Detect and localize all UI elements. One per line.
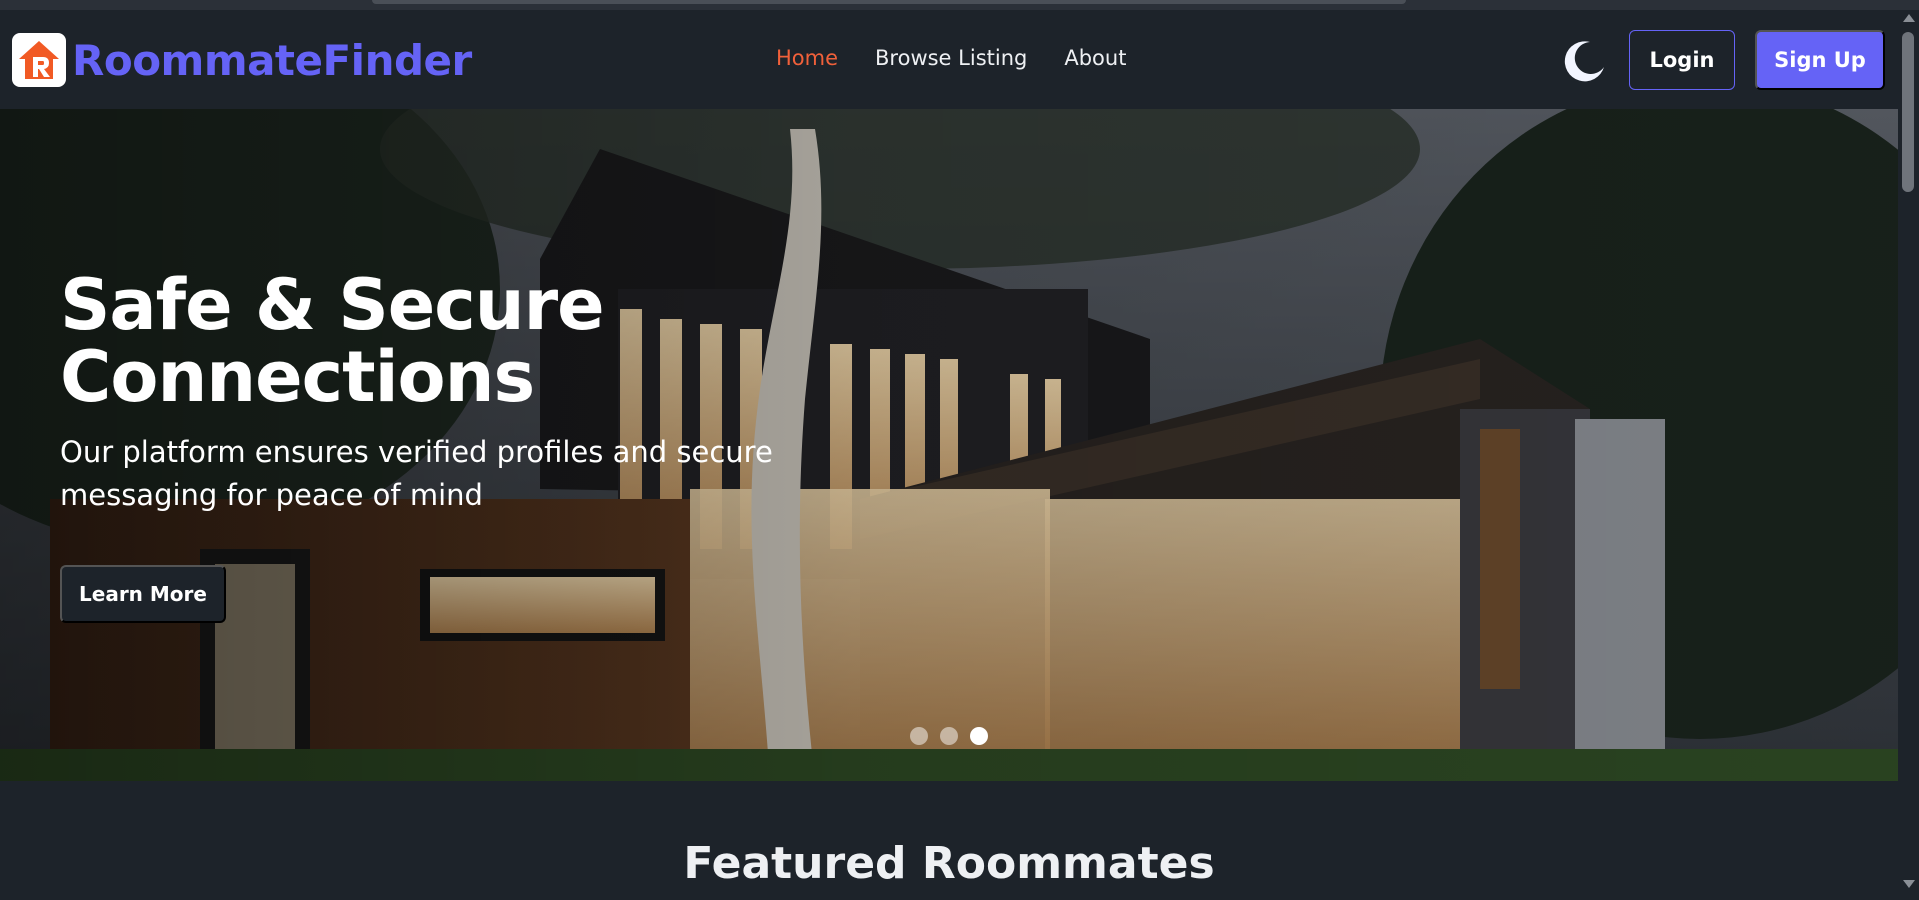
carousel-indicators	[910, 727, 988, 745]
scrollbar-thumb[interactable]	[1902, 32, 1914, 192]
login-button[interactable]: Login	[1629, 30, 1735, 90]
scroll-up-arrow-icon[interactable]	[1903, 14, 1915, 22]
window-grip	[372, 0, 1406, 4]
hero-carousel: Safe & Secure Connections Our platform e…	[0, 109, 1898, 781]
hero-title: Safe & Secure Connections	[60, 264, 605, 418]
house-r-logo-icon	[12, 33, 66, 87]
carousel-dot-2[interactable]	[940, 727, 958, 745]
brand[interactable]: RoommateFinder	[12, 33, 472, 87]
moon-icon[interactable]	[1560, 37, 1608, 85]
carousel-dot-3[interactable]	[970, 727, 988, 745]
hero-subtitle: Our platform ensures verified profiles a…	[60, 435, 773, 512]
nav-link-about[interactable]: About	[1064, 46, 1126, 70]
brand-name: RoommateFinder	[72, 35, 472, 85]
page-scrollbar[interactable]	[1898, 10, 1919, 900]
signup-button[interactable]: Sign Up	[1755, 30, 1885, 90]
navbar: RoommateFinder Home Browse Listing About…	[0, 10, 1898, 109]
browser-top-strip	[0, 0, 1919, 10]
scroll-down-arrow-icon[interactable]	[1903, 880, 1915, 888]
carousel-dot-1[interactable]	[910, 727, 928, 745]
main-nav: Home Browse Listing About	[776, 46, 1126, 70]
nav-link-home[interactable]: Home	[776, 46, 838, 70]
featured-roommates-title: Featured Roommates	[683, 838, 1215, 889]
learn-more-button[interactable]: Learn More	[60, 565, 226, 623]
nav-link-browse-listing[interactable]: Browse Listing	[875, 46, 1027, 70]
